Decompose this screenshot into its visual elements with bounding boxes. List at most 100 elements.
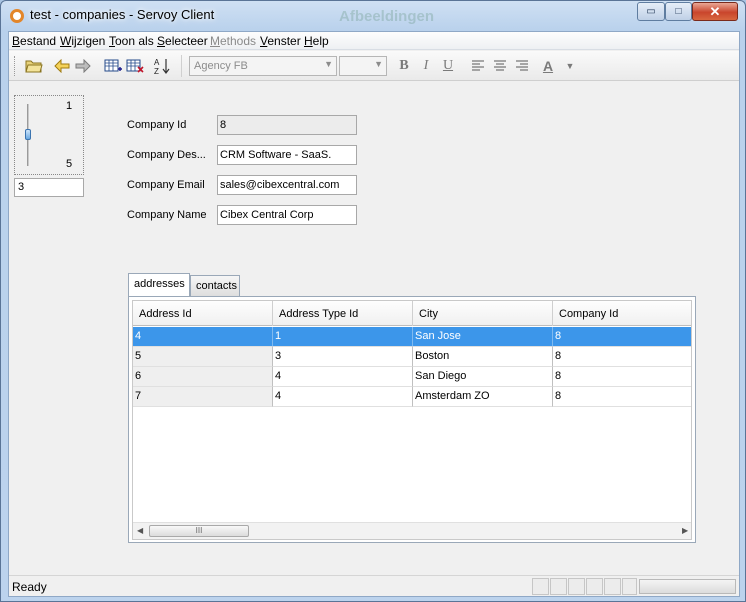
maximize-icon: □ [675,6,682,17]
menu-selecteer[interactable]: Selecteer [157,34,208,48]
company-name-field[interactable]: Cibex Central Corp [217,205,357,225]
toolbar: AZ Agency FB ▼ ▼ B I U A ▼ [9,51,739,81]
column-header-address-type-id[interactable]: Address Type Id [273,301,413,326]
font-color-icon: A [542,58,554,74]
svg-text:A: A [154,58,160,67]
title-bar[interactable]: test - companies - Servoy Client Afbeeld… [1,1,745,31]
toolbar-separator [181,55,182,77]
menu-help[interactable]: Help [304,34,329,48]
menu-venster[interactable]: Venster [260,34,301,48]
addresses-table: Address Id Address Type Id City Company … [132,300,692,540]
menu-bestand-label: Bestand [12,34,57,48]
slider-max-label: 1 [66,100,73,112]
status-cell [622,578,637,595]
font-family-combo[interactable]: Agency FB ▼ [189,56,337,76]
company-email-label: Company Email [127,179,205,191]
table-row[interactable]: 7 4 Amsterdam ZO 8 [133,387,691,407]
italic-button[interactable]: I [417,56,435,76]
company-desc-label: Company Des... [127,149,206,161]
menu-methods[interactable]: Methods [210,34,256,48]
underline-icon: U [442,58,454,73]
background-window-title: Afbeeldingen [339,8,435,25]
new-record-icon[interactable] [103,56,123,76]
align-left-button[interactable] [469,56,487,76]
scroll-right-icon[interactable]: ▶ [682,526,688,535]
svg-text:Z: Z [154,67,159,75]
cell-address-type-id[interactable]: 3 [273,347,413,367]
company-name-label: Company Name [127,209,207,221]
company-id-field[interactable]: 8 [217,115,357,135]
cell-address-id[interactable]: 4 [133,327,273,347]
chevron-down-icon: ▼ [324,59,333,69]
align-center-button[interactable] [491,56,509,76]
slider-thumb[interactable] [25,129,31,140]
horizontal-scrollbar[interactable]: ◀ III ▶ [133,522,691,539]
open-folder-icon[interactable] [24,56,44,76]
underline-button[interactable]: U [439,56,457,76]
cell-city[interactable]: San Jose [413,327,553,347]
align-left-icon [472,60,484,71]
menu-selecteer-label: Selecteer [157,34,208,48]
align-right-button[interactable] [513,56,531,76]
table-header: Address Id Address Type Id City Company … [133,301,691,326]
table-row[interactable]: 4 1 San Jose 8 [133,327,691,347]
menu-bar: Bestand Wijzigen Toon als Selecteer Meth… [9,32,739,50]
delete-record-icon[interactable] [125,56,145,76]
cell-address-type-id[interactable]: 4 [273,387,413,407]
cell-company-id[interactable]: 8 [553,367,691,387]
status-progress-bar [639,579,736,594]
status-text: Ready [12,580,47,594]
font-size-combo[interactable]: ▼ [339,56,387,76]
column-header-city[interactable]: City [413,301,553,326]
scrollbar-grip: III [195,526,203,535]
cell-city[interactable]: San Diego [413,367,553,387]
column-header-address-id[interactable]: Address Id [133,301,273,326]
status-cell [604,578,621,595]
cell-address-type-id[interactable]: 4 [273,367,413,387]
scrollbar-thumb[interactable]: III [149,525,249,537]
menu-methods-label: Methods [210,34,257,48]
record-slider[interactable]: 1 5 [14,95,84,175]
cell-company-id[interactable]: 8 [553,347,691,367]
cell-company-id[interactable]: 8 [553,327,691,347]
company-id-label: Company Id [127,119,187,131]
bold-button[interactable]: B [395,56,413,76]
window-title: test - companies - Servoy Client [30,7,215,22]
cell-company-id[interactable]: 8 [553,387,691,407]
font-color-dropdown[interactable]: ▼ [561,56,579,76]
cell-city[interactable]: Amsterdam ZO [413,387,553,407]
font-family-value: Agency FB [194,60,248,72]
scroll-left-icon[interactable]: ◀ [137,526,143,535]
menu-wijzigen[interactable]: Wijzigen [60,34,105,48]
forward-arrow-icon[interactable] [73,56,93,76]
maximize-button[interactable]: □ [665,2,692,21]
font-color-button[interactable]: A [539,56,557,76]
menu-help-label: Help [304,34,329,48]
tab-contacts[interactable]: contacts [190,275,240,296]
status-cell [568,578,585,595]
status-cell [550,578,567,595]
back-arrow-icon[interactable] [52,56,72,76]
column-header-company-id[interactable]: Company Id [553,301,691,326]
client-area: Bestand Wijzigen Toon als Selecteer Meth… [8,31,740,597]
menu-bestand[interactable]: Bestand [12,34,56,48]
company-desc-field[interactable]: CRM Software - SaaS. [217,145,357,165]
close-icon: ✕ [709,3,721,19]
tab-addresses[interactable]: addresses [128,273,190,296]
company-email-field[interactable]: sales@cibexcentral.com [217,175,357,195]
cell-address-id[interactable]: 6 [133,367,273,387]
slider-value-field[interactable]: 3 [14,178,84,197]
cell-city[interactable]: Boston [413,347,553,367]
cell-address-type-id[interactable]: 1 [273,327,413,347]
sort-icon[interactable]: AZ [152,56,172,76]
menu-venster-label: Venster [260,34,301,48]
close-button[interactable]: ✕ [692,2,738,21]
cell-address-id[interactable]: 5 [133,347,273,367]
table-row[interactable]: 6 4 San Diego 8 [133,367,691,387]
table-row[interactable]: 5 3 Boston 8 [133,347,691,367]
chevron-down-icon: ▼ [565,61,575,71]
menu-toon-als[interactable]: Toon als [109,34,154,48]
minimize-button[interactable]: ▭ [637,2,665,21]
cell-address-id[interactable]: 7 [133,387,273,407]
toolbar-grip[interactable] [14,56,17,76]
